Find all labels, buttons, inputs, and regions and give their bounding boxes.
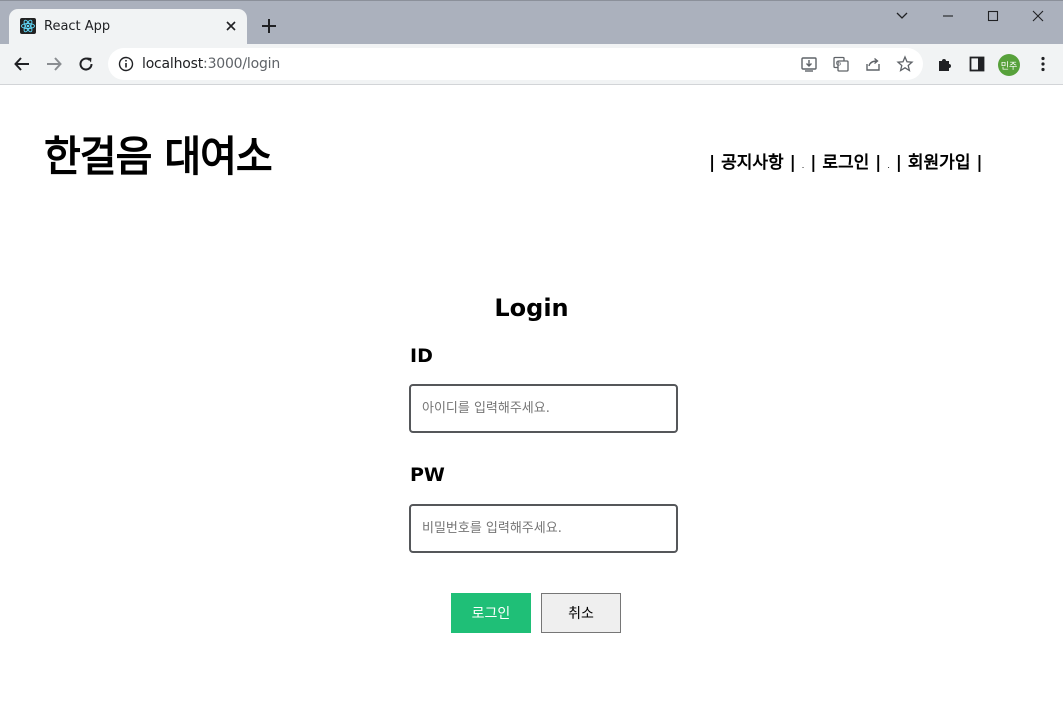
install-app-icon[interactable] [800,55,818,73]
maximize-button[interactable] [970,5,1016,27]
pw-label: PW [410,464,445,486]
forward-button[interactable] [43,53,65,75]
bookmark-star-icon[interactable] [896,55,914,73]
login-button[interactable]: 로그인 [451,593,531,633]
minimize-button[interactable] [925,5,971,27]
id-label: ID [410,345,433,367]
address-bar[interactable]: localhost:3000/login G [108,48,923,80]
kebab-menu-icon [1041,56,1045,72]
close-icon [1032,10,1044,22]
pw-input[interactable] [409,504,678,553]
new-tab-icon[interactable] [260,17,278,35]
side-panel-icon [969,56,985,72]
site-logo[interactable]: 한걸음 대여소 [44,123,273,184]
minimize-icon [943,15,953,17]
nav-separator: | [970,153,983,173]
side-panel-button[interactable] [966,53,988,75]
svg-text:G: G [836,60,841,68]
tab-strip: React App [0,0,1063,45]
extensions-button[interactable] [934,53,956,75]
nav-separator: | [709,153,722,173]
page-content: 한걸음 대여소 | 공지사항 | . | 로그인 | . | 회원가입 | Lo… [0,86,1063,726]
nav-signup-link[interactable]: 회원가입 [908,153,971,173]
share-icon[interactable] [864,55,882,73]
reload-button[interactable] [75,53,97,75]
url-text: localhost:3000/login [142,56,280,72]
nav-login-link[interactable]: 로그인 [822,153,869,173]
react-logo-icon [20,18,36,34]
arrow-right-icon [47,57,62,71]
chevron-down-icon [896,12,908,19]
url-host: localhost [142,56,204,72]
profile-avatar[interactable]: 민주 [998,54,1020,76]
top-nav: | 공지사항 | . | 로그인 | . | 회원가입 | [709,148,983,173]
browser-toolbar: localhost:3000/login G 민주 [0,44,1063,85]
close-window-button[interactable] [1015,5,1061,27]
nav-notice-link[interactable]: 공지사항 [721,153,784,173]
browser-menu-button[interactable] [1032,53,1054,75]
nav-separator: | [889,153,908,173]
tab-search-button[interactable] [879,5,925,27]
arrow-left-icon [14,57,29,71]
url-path: :3000/login [203,56,281,72]
info-icon[interactable] [118,56,134,72]
id-input[interactable] [409,384,678,433]
puzzle-icon [939,59,951,71]
nav-separator: | [804,153,823,173]
reload-icon [79,57,93,71]
nav-separator: | [869,153,888,173]
close-tab-icon[interactable] [223,18,239,34]
nav-separator: | [783,153,802,173]
cancel-button[interactable]: 취소 [541,593,621,633]
tab-title: React App [44,19,111,34]
maximize-icon [987,10,999,22]
login-title: Login [494,294,569,322]
tab-react-app[interactable]: React App [9,9,247,45]
translate-icon[interactable]: G [832,55,850,73]
back-button[interactable] [11,53,33,75]
